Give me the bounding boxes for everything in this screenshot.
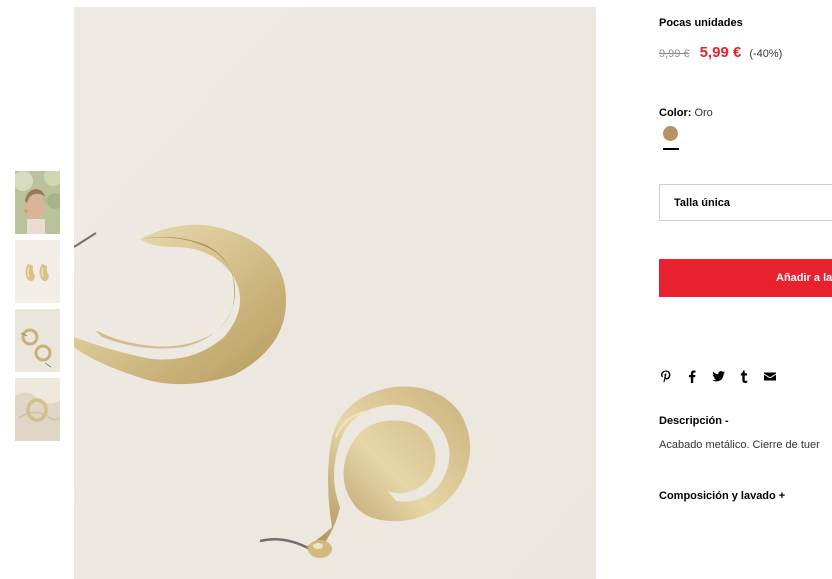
color-label: Color:: [659, 107, 692, 119]
share-bar: [659, 369, 789, 383]
tumblr-icon[interactable]: [737, 369, 751, 383]
product-info-panel: Pocas unidades 9,99 € 5,99 € (-40%) Colo…: [659, 0, 832, 579]
price-block: 9,99 € 5,99 € (-40%): [659, 44, 782, 61]
selected-swatch-indicator: [663, 148, 679, 150]
color-value: Oro: [694, 107, 713, 119]
description-toggle[interactable]: Descripción -: [659, 415, 729, 427]
product-main-image[interactable]: [74, 7, 596, 579]
description-text: Acabado metálico. Cierre de tuer: [659, 439, 820, 451]
thumbnail-front[interactable]: [15, 240, 60, 303]
stock-status: Pocas unidades: [659, 17, 743, 29]
composition-toggle[interactable]: Composición y lavado +: [659, 490, 785, 502]
discount-badge: (-40%): [749, 48, 783, 60]
color-row: Color: Oro: [659, 107, 713, 119]
thumbnail-model[interactable]: [15, 171, 60, 234]
size-selector[interactable]: Talla única: [659, 184, 832, 221]
sale-price: 5,99 €: [699, 44, 742, 61]
thumbnail-flatlay[interactable]: [15, 309, 60, 372]
color-swatch-oro[interactable]: [663, 126, 678, 141]
facebook-icon[interactable]: [685, 369, 699, 383]
pinterest-icon[interactable]: [659, 369, 673, 383]
original-price: 9,99 €: [659, 48, 690, 60]
email-icon[interactable]: [763, 369, 777, 383]
thumbnail-gallery: [15, 171, 60, 447]
twitter-icon[interactable]: [711, 369, 725, 383]
thumbnail-fabric[interactable]: [15, 378, 60, 441]
add-to-cart-button[interactable]: Añadir a la: [659, 259, 832, 297]
